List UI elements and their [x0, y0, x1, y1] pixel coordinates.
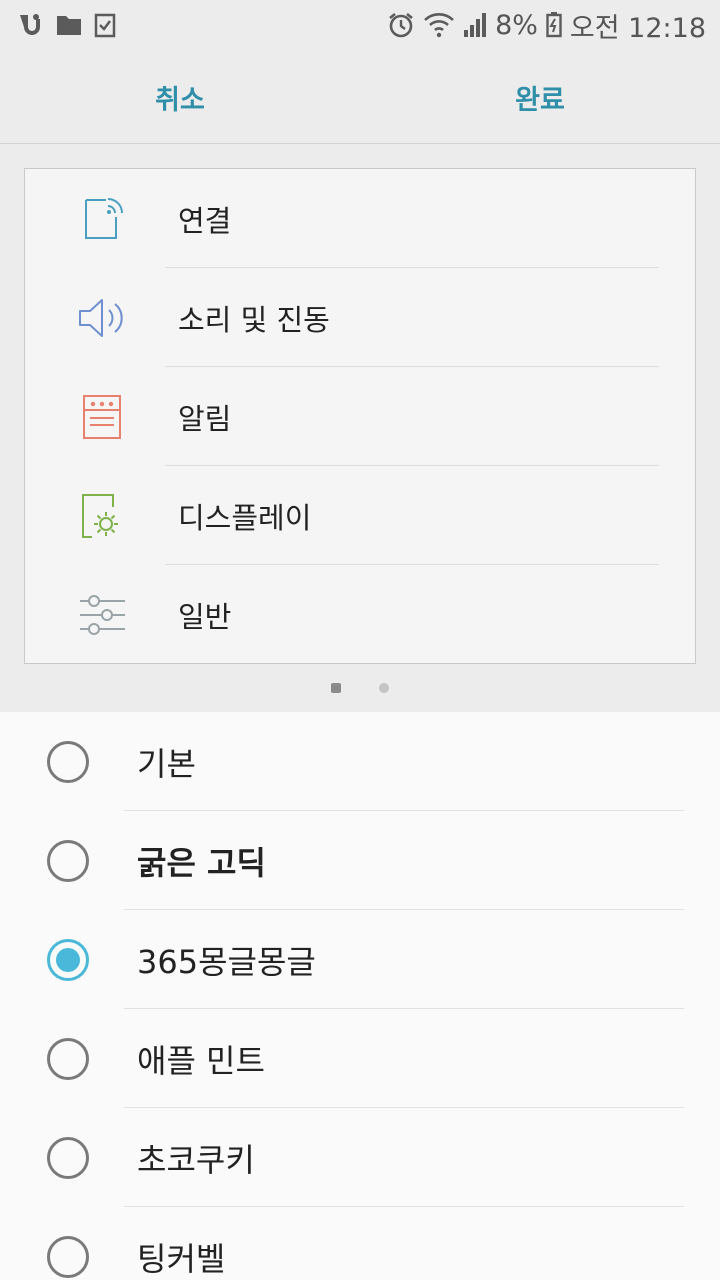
preview-item-label: 알림 [178, 401, 232, 436]
cancel-button[interactable]: 취소 [0, 50, 360, 144]
font-option-bold-gothic[interactable]: 굵은 고딕 [0, 811, 720, 910]
page-indicator [0, 680, 720, 696]
radio-button[interactable] [47, 741, 89, 783]
font-option-apple-mint[interactable]: 애플 민트 [0, 1009, 720, 1108]
font-option-365-monggeul[interactable]: 365몽글몽글 [0, 910, 720, 1009]
radio-button[interactable] [47, 840, 89, 882]
action-bar: 취소 완료 [0, 50, 720, 144]
alarm-icon [387, 11, 415, 39]
font-option-choco-cookie[interactable]: 초코쿠키 [0, 1108, 720, 1207]
preview-item-notifications: 알림 [25, 367, 695, 466]
radio-button-selected[interactable] [47, 939, 89, 981]
font-option-label: 굵은 고딕 [137, 843, 266, 882]
clock: 오전 12:18 [569, 12, 706, 44]
preview-item-label: 일반 [178, 599, 232, 634]
notification-icon [77, 392, 127, 442]
display-icon [77, 491, 127, 541]
preview-item-sound: 소리 및 진동 [25, 268, 695, 367]
font-option-label: 팅커벨 [137, 1239, 226, 1278]
font-preview-card: 연결 소리 및 진동 알림 디스플레이 일반 [24, 168, 696, 664]
font-option-default[interactable]: 기본 [0, 712, 720, 811]
page-dot-active[interactable] [331, 683, 341, 693]
radio-button[interactable] [47, 1038, 89, 1080]
clipboard-check-icon [94, 12, 116, 38]
sliders-icon [77, 590, 127, 640]
font-list: 기본 굵은 고딕 365몽글몽글 애플 민트 초코쿠키 팅커벨 [0, 712, 720, 1280]
font-option-label: 초코쿠키 [137, 1140, 255, 1179]
preview-item-label: 디스플레이 [178, 500, 312, 535]
preview-item-connections: 연결 [25, 169, 695, 268]
preview-item-label: 소리 및 진동 [178, 302, 330, 337]
font-option-label: 기본 [137, 744, 196, 783]
font-option-tinkerbell[interactable]: 팅커벨 [0, 1207, 720, 1280]
folder-icon [56, 13, 82, 37]
preview-item-general: 일반 [25, 565, 695, 664]
status-bar-left [16, 11, 116, 39]
page-dot[interactable] [379, 683, 389, 693]
font-option-label: 애플 민트 [137, 1041, 265, 1080]
done-button[interactable]: 완료 [360, 50, 720, 144]
font-option-label: 365몽글몽글 [137, 942, 316, 981]
preview-item-display: 디스플레이 [25, 466, 695, 565]
battery-percent: 8% [495, 9, 538, 41]
status-bar: 8% 오전 12:18 [0, 0, 720, 50]
status-bar-right: 8% 오전 12:18 [387, 6, 706, 45]
radio-button[interactable] [47, 1137, 89, 1179]
wifi-icon [423, 11, 455, 39]
connection-icon [77, 194, 127, 244]
signal-icon [463, 12, 487, 38]
radio-button[interactable] [47, 1236, 89, 1278]
speaker-icon [77, 293, 127, 343]
u-plus-icon [16, 11, 44, 39]
preview-item-label: 연결 [178, 203, 232, 238]
battery-icon [546, 12, 562, 38]
